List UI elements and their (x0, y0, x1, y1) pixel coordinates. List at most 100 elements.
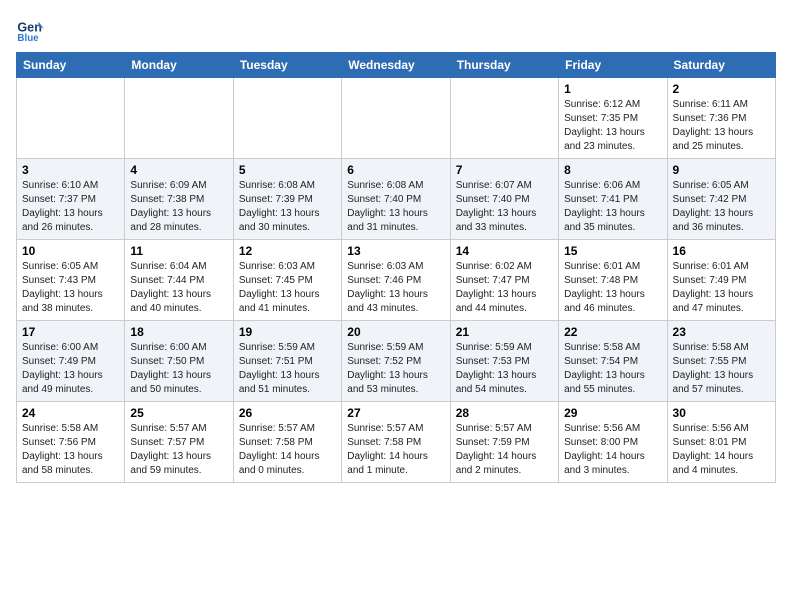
calendar-cell: 4 Sunrise: 6:09 AMSunset: 7:38 PMDaylight… (125, 159, 233, 240)
page-header: Gen Blue (16, 16, 776, 44)
calendar-week-1: 1 Sunrise: 6:12 AMSunset: 7:35 PMDaylight… (17, 78, 776, 159)
calendar-table: SundayMondayTuesdayWednesdayThursdayFrid… (16, 52, 776, 483)
day-info: Sunrise: 6:05 AMSunset: 7:42 PMDaylight:… (673, 179, 770, 235)
day-number: 23 (673, 325, 770, 339)
calendar-cell: 19 Sunrise: 5:59 AMSunset: 7:51 PMDayligh… (233, 321, 341, 402)
day-info: Sunrise: 5:59 AMSunset: 7:53 PMDaylight:… (456, 341, 553, 397)
day-number: 20 (347, 325, 444, 339)
day-number: 19 (239, 325, 336, 339)
day-number: 2 (673, 82, 770, 96)
day-info: Sunrise: 5:56 AMSunset: 8:00 PMDaylight:… (564, 422, 661, 478)
day-number: 4 (130, 163, 227, 177)
day-info: Sunrise: 6:07 AMSunset: 7:40 PMDaylight:… (456, 179, 553, 235)
calendar-cell: 29Sunrise: 5:56 AMSunset: 8:00 PMDayligh… (559, 402, 667, 483)
calendar-cell: 6 Sunrise: 6:08 AMSunset: 7:40 PMDaylight… (342, 159, 450, 240)
day-number: 15 (564, 244, 661, 258)
day-number: 5 (239, 163, 336, 177)
day-info: Sunrise: 5:58 AMSunset: 7:56 PMDaylight:… (22, 422, 119, 478)
calendar-cell: 10 Sunrise: 6:05 AMSunset: 7:43 PMDayligh… (17, 240, 125, 321)
day-info: Sunrise: 6:03 AMSunset: 7:46 PMDaylight:… (347, 260, 444, 316)
day-info: Sunrise: 5:58 AMSunset: 7:54 PMDaylight:… (564, 341, 661, 397)
calendar-cell (342, 78, 450, 159)
day-number: 14 (456, 244, 553, 258)
calendar-cell: 21 Sunrise: 5:59 AMSunset: 7:53 PMDayligh… (450, 321, 558, 402)
day-number: 28 (456, 406, 553, 420)
day-number: 13 (347, 244, 444, 258)
calendar-cell: 17Sunrise: 6:00 AMSunset: 7:49 PMDayligh… (17, 321, 125, 402)
logo: Gen Blue (16, 16, 48, 44)
day-number: 8 (564, 163, 661, 177)
calendar-cell: 14 Sunrise: 6:02 AMSunset: 7:47 PMDayligh… (450, 240, 558, 321)
calendar-cell: 8 Sunrise: 6:06 AMSunset: 7:41 PMDaylight… (559, 159, 667, 240)
calendar-cell: 15 Sunrise: 6:01 AMSunset: 7:48 PMDayligh… (559, 240, 667, 321)
calendar-cell: 27Sunrise: 5:57 AMSunset: 7:58 PMDayligh… (342, 402, 450, 483)
day-number: 17 (22, 325, 119, 339)
day-number: 9 (673, 163, 770, 177)
calendar-week-2: 3Sunrise: 6:10 AMSunset: 7:37 PMDaylight… (17, 159, 776, 240)
day-info: Sunrise: 6:09 AMSunset: 7:38 PMDaylight:… (130, 179, 227, 235)
day-info: Sunrise: 6:12 AMSunset: 7:35 PMDaylight:… (564, 98, 661, 154)
day-info: Sunrise: 5:58 AMSunset: 7:55 PMDaylight:… (673, 341, 770, 397)
day-info: Sunrise: 5:57 AMSunset: 7:59 PMDaylight:… (456, 422, 553, 478)
day-number: 12 (239, 244, 336, 258)
day-info: Sunrise: 6:06 AMSunset: 7:41 PMDaylight:… (564, 179, 661, 235)
day-info: Sunrise: 6:10 AMSunset: 7:37 PMDaylight:… (22, 179, 119, 235)
calendar-cell: 18Sunrise: 6:00 AMSunset: 7:50 PMDayligh… (125, 321, 233, 402)
day-number: 1 (564, 82, 661, 96)
day-number: 30 (673, 406, 770, 420)
day-info: Sunrise: 6:08 AMSunset: 7:40 PMDaylight:… (347, 179, 444, 235)
day-number: 27 (347, 406, 444, 420)
day-number: 16 (673, 244, 770, 258)
calendar-cell: 9 Sunrise: 6:05 AMSunset: 7:42 PMDaylight… (667, 159, 775, 240)
calendar-cell: 26 Sunrise: 5:57 AMSunset: 7:58 PMDayligh… (233, 402, 341, 483)
day-info: Sunrise: 6:01 AMSunset: 7:49 PMDaylight:… (673, 260, 770, 316)
day-info: Sunrise: 5:59 AMSunset: 7:52 PMDaylight:… (347, 341, 444, 397)
day-number: 24 (22, 406, 119, 420)
calendar-cell: 11Sunrise: 6:04 AMSunset: 7:44 PMDayligh… (125, 240, 233, 321)
day-header-wednesday: Wednesday (342, 53, 450, 78)
calendar-header-row: SundayMondayTuesdayWednesdayThursdayFrid… (17, 53, 776, 78)
calendar-cell: 30 Sunrise: 5:56 AMSunset: 8:01 PMDayligh… (667, 402, 775, 483)
day-number: 10 (22, 244, 119, 258)
day-info: Sunrise: 6:01 AMSunset: 7:48 PMDaylight:… (564, 260, 661, 316)
day-info: Sunrise: 6:08 AMSunset: 7:39 PMDaylight:… (239, 179, 336, 235)
day-number: 21 (456, 325, 553, 339)
calendar-week-5: 24 Sunrise: 5:58 AMSunset: 7:56 PMDayligh… (17, 402, 776, 483)
calendar-cell: 28 Sunrise: 5:57 AMSunset: 7:59 PMDayligh… (450, 402, 558, 483)
calendar-cell: 13 Sunrise: 6:03 AMSunset: 7:46 PMDayligh… (342, 240, 450, 321)
day-header-saturday: Saturday (667, 53, 775, 78)
calendar-cell (17, 78, 125, 159)
svg-text:Blue: Blue (17, 33, 39, 44)
calendar-cell: 2Sunrise: 6:11 AMSunset: 7:36 PMDaylight… (667, 78, 775, 159)
calendar-cell: 24 Sunrise: 5:58 AMSunset: 7:56 PMDayligh… (17, 402, 125, 483)
day-number: 26 (239, 406, 336, 420)
calendar-cell: 20 Sunrise: 5:59 AMSunset: 7:52 PMDayligh… (342, 321, 450, 402)
calendar-cell: 22Sunrise: 5:58 AMSunset: 7:54 PMDayligh… (559, 321, 667, 402)
day-info: Sunrise: 5:56 AMSunset: 8:01 PMDaylight:… (673, 422, 770, 478)
day-info: Sunrise: 5:59 AMSunset: 7:51 PMDaylight:… (239, 341, 336, 397)
day-info: Sunrise: 6:02 AMSunset: 7:47 PMDaylight:… (456, 260, 553, 316)
calendar-cell (125, 78, 233, 159)
calendar-cell: 5 Sunrise: 6:08 AMSunset: 7:39 PMDaylight… (233, 159, 341, 240)
calendar-cell: 12 Sunrise: 6:03 AMSunset: 7:45 PMDayligh… (233, 240, 341, 321)
day-info: Sunrise: 6:00 AMSunset: 7:50 PMDaylight:… (130, 341, 227, 397)
calendar-cell: 16 Sunrise: 6:01 AMSunset: 7:49 PMDayligh… (667, 240, 775, 321)
svg-text:Gen: Gen (17, 20, 42, 34)
day-header-sunday: Sunday (17, 53, 125, 78)
day-info: Sunrise: 6:03 AMSunset: 7:45 PMDaylight:… (239, 260, 336, 316)
calendar-cell: 7 Sunrise: 6:07 AMSunset: 7:40 PMDaylight… (450, 159, 558, 240)
day-info: Sunrise: 6:05 AMSunset: 7:43 PMDaylight:… (22, 260, 119, 316)
day-number: 11 (130, 244, 227, 258)
day-number: 7 (456, 163, 553, 177)
calendar-cell: 1 Sunrise: 6:12 AMSunset: 7:35 PMDaylight… (559, 78, 667, 159)
day-header-friday: Friday (559, 53, 667, 78)
day-number: 6 (347, 163, 444, 177)
calendar-week-3: 10 Sunrise: 6:05 AMSunset: 7:43 PMDayligh… (17, 240, 776, 321)
day-info: Sunrise: 5:57 AMSunset: 7:58 PMDaylight:… (239, 422, 336, 478)
day-number: 25 (130, 406, 227, 420)
calendar-cell: 23 Sunrise: 5:58 AMSunset: 7:55 PMDayligh… (667, 321, 775, 402)
calendar-cell: 25Sunrise: 5:57 AMSunset: 7:57 PMDayligh… (125, 402, 233, 483)
day-header-monday: Monday (125, 53, 233, 78)
calendar-cell (450, 78, 558, 159)
calendar-cell: 3Sunrise: 6:10 AMSunset: 7:37 PMDaylight… (17, 159, 125, 240)
